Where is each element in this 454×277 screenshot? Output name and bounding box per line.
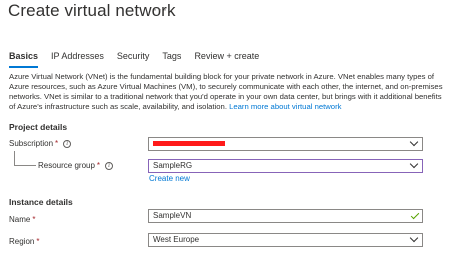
learn-more-link[interactable]: Learn more about virtual network [229,102,341,111]
required-marker: * [32,215,36,224]
project-details-heading: Project details [9,122,68,132]
subscription-label: Subscription * i [9,139,72,148]
checkmark-icon [410,210,420,220]
resource-group-dropdown[interactable]: SampleRG [148,159,423,173]
tab-tags[interactable]: Tags [162,51,181,68]
tab-security[interactable]: Security [117,51,150,68]
info-icon[interactable]: i [63,139,72,148]
tab-basics[interactable]: Basics [9,51,39,68]
region-dropdown[interactable]: West Europe [148,233,423,247]
create-new-link[interactable]: Create new [149,174,190,183]
name-label: Name * [9,215,36,224]
name-value: SampleVN [153,211,192,220]
more-options-icon[interactable]: ··· [153,2,168,16]
chevron-down-icon [409,233,419,243]
redacted-value [153,141,225,146]
subscription-dropdown[interactable] [148,137,423,151]
description-text: Azure Virtual Network (VNet) is the fund… [9,72,443,111]
name-input[interactable]: SampleVN [148,209,423,223]
description: Azure Virtual Network (VNet) is the fund… [9,72,449,112]
tab-ip-addresses[interactable]: IP Addresses [51,51,104,68]
info-icon[interactable]: i [105,161,114,170]
tree-connector-vertical [14,151,15,165]
resource-group-value: SampleRG [153,161,193,170]
tab-bar: Basics IP Addresses Security Tags Review… [9,51,272,68]
page-title: Create virtual network [8,1,176,20]
required-marker: * [96,161,101,170]
region-label: Region * [9,237,40,246]
region-value: West Europe [153,235,200,244]
required-marker: * [36,237,40,246]
required-marker: * [55,139,59,148]
tab-review-create[interactable]: Review + create [194,51,259,68]
chevron-down-icon [409,159,419,169]
resource-group-label: Resource group * i [38,161,114,170]
tree-connector-horizontal [14,165,36,166]
instance-details-heading: Instance details [9,197,73,207]
chevron-down-icon [409,137,419,147]
